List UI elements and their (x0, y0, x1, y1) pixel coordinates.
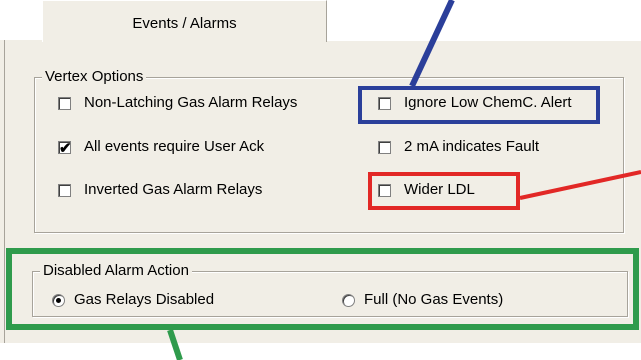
green-pointer-line (167, 329, 183, 360)
red-pointer-line (519, 170, 641, 200)
blue-pointer-line (409, 0, 455, 88)
annotation-arrows (167, 0, 641, 360)
